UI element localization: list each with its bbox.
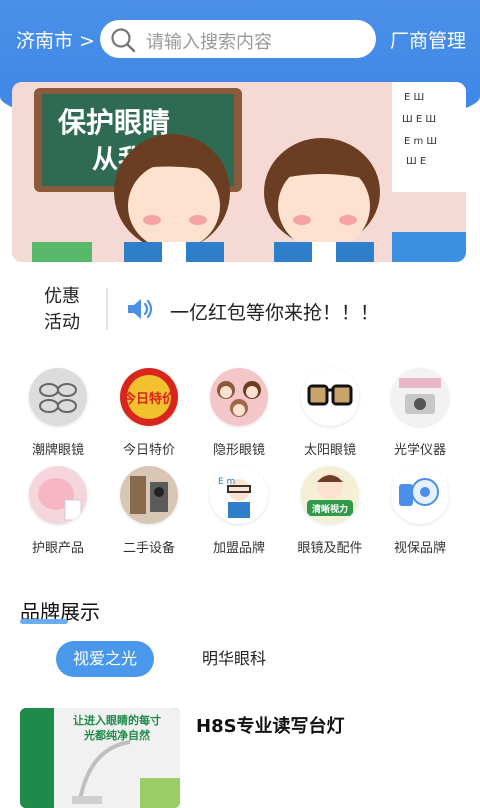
search-icon xyxy=(111,28,136,53)
speaker-icon xyxy=(128,299,153,319)
category-accessories[interactable]: 清晰视力 眼镜及配件 xyxy=(281,466,377,562)
section-underline xyxy=(20,619,68,624)
banner-illustration: E ШШ E ШE m ШШ E 保护眼睛 从我做起! xyxy=(12,82,466,262)
sunglasses-icon xyxy=(301,368,359,426)
promotion-bar[interactable]: 优惠活动 一亿红包等你来抢！！！ xyxy=(0,276,480,340)
contact-lens-icon xyxy=(210,368,268,426)
promo-divider xyxy=(106,288,108,330)
top-bar: 济南市 > 请输入搜索内容 厂商管理 xyxy=(0,18,480,60)
product-image: 让进入眼睛的每寸 光都纯净自然 xyxy=(20,708,180,808)
category-label: 加盟品牌 xyxy=(212,541,265,556)
category-label: 光学仪器 xyxy=(393,443,446,458)
category-eye-care[interactable]: 护眼产品 xyxy=(9,466,105,562)
svg-text:清晰视力: 清晰视力 xyxy=(312,503,348,515)
used-equipment-icon xyxy=(120,466,178,524)
category-contact-lens[interactable]: 隐形眼镜 xyxy=(190,368,286,464)
promo-text: 一亿红包等你来抢！！！ xyxy=(170,302,380,324)
trendy-glasses-icon xyxy=(29,368,87,426)
category-label: 太阳眼镜 xyxy=(303,443,356,458)
vision-brand-icon xyxy=(391,466,449,524)
svg-text:Ш E: Ш E xyxy=(406,156,426,167)
boy-character xyxy=(264,138,380,262)
category-label: 眼镜及配件 xyxy=(297,541,363,556)
girl-character xyxy=(114,134,230,262)
franchise-icon: E m xyxy=(210,466,268,524)
eye-care-icon xyxy=(29,466,87,524)
city-selector[interactable]: 济南市 > xyxy=(16,26,95,53)
category-used-equipment[interactable]: 二手设备 xyxy=(100,466,196,562)
manufacturer-manage-button[interactable]: 厂商管理 xyxy=(390,26,466,53)
category-daily-deal[interactable]: 今日特价 今日特价 xyxy=(100,368,196,464)
category-vision-brand[interactable]: 视保品牌 xyxy=(371,466,467,562)
category-franchise[interactable]: E m 加盟品牌 xyxy=(190,466,286,562)
svg-text:Ш E Ш: Ш E Ш xyxy=(402,114,436,125)
category-label: 今日特价 xyxy=(122,443,175,458)
tab-shiai-zhiguang[interactable]: 视爱之光 xyxy=(56,641,154,677)
svg-text:E m: E m xyxy=(218,477,235,487)
category-label: 二手设备 xyxy=(122,541,175,556)
optical-instrument-icon xyxy=(391,368,449,426)
banner-text-1: 保护眼睛 xyxy=(58,106,170,139)
banner-carousel[interactable]: E ШШ E ШE m ШШ E 保护眼睛 从我做起! xyxy=(12,82,466,262)
category-optical-instrument[interactable]: 光学仪器 xyxy=(371,368,467,464)
category-trendy-glasses[interactable]: 潮牌眼镜 xyxy=(9,368,105,464)
category-label: 视保品牌 xyxy=(393,541,446,556)
daily-deal-icon: 今日特价 xyxy=(120,368,178,426)
promo-label: 优惠活动 xyxy=(44,286,80,333)
category-label: 隐形眼镜 xyxy=(212,443,265,458)
svg-text:今日特价: 今日特价 xyxy=(122,391,176,407)
svg-text:E m Ш: E m Ш xyxy=(404,136,437,147)
accessories-icon: 清晰视力 xyxy=(301,466,359,524)
product-caption-2: 光都纯净自然 xyxy=(83,728,150,742)
category-label: 潮牌眼镜 xyxy=(31,443,84,458)
product-title: H8S专业读写台灯 xyxy=(196,716,345,737)
search-box[interactable]: 请输入搜索内容 xyxy=(100,20,376,58)
tab-minghua-eye[interactable]: 明华眼科 xyxy=(186,641,282,677)
svg-text:E Ш: E Ш xyxy=(404,92,424,103)
category-label: 护眼产品 xyxy=(31,541,84,556)
category-sunglasses[interactable]: 太阳眼镜 xyxy=(281,368,377,464)
product-caption-1: 让进入眼睛的每寸 xyxy=(73,713,161,727)
search-placeholder: 请输入搜索内容 xyxy=(146,32,272,53)
product-card[interactable]: 让进入眼睛的每寸 光都纯净自然 H8S专业读写台灯 xyxy=(20,708,480,808)
